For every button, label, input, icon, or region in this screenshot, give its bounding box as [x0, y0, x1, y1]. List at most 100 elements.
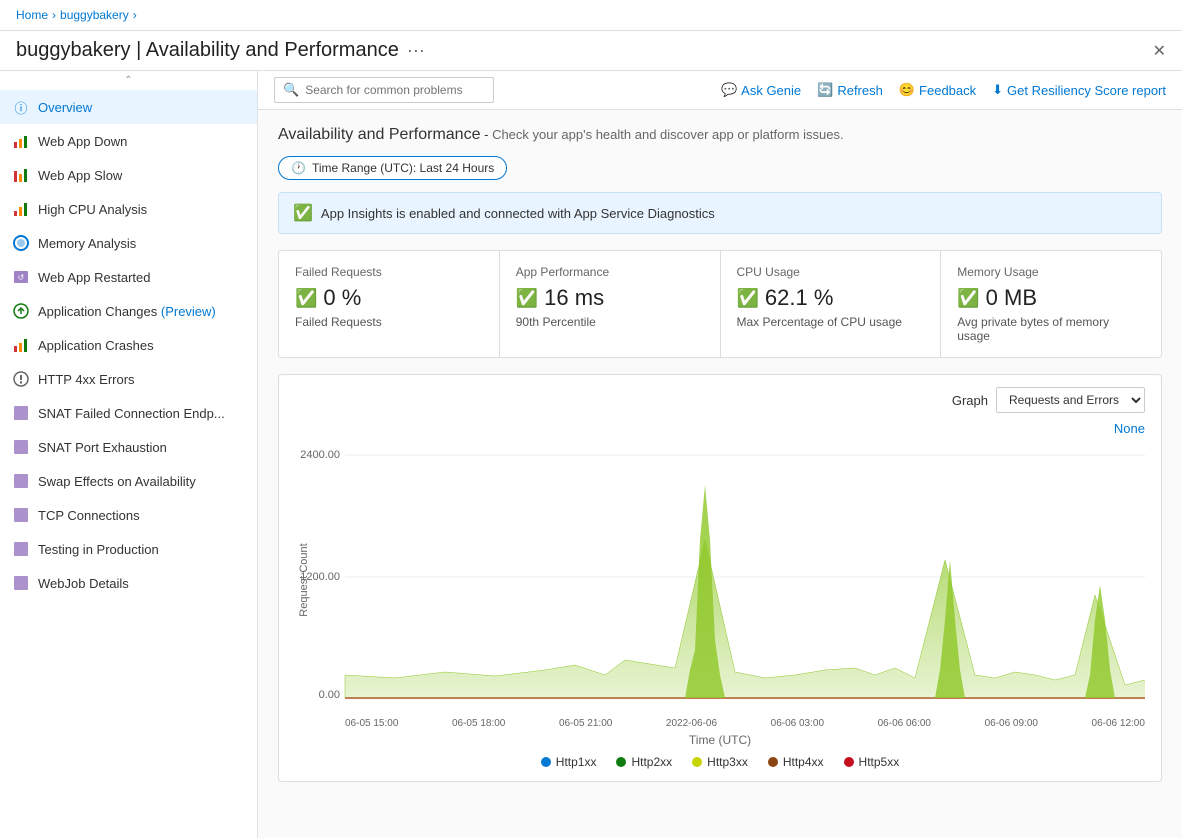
- chart-svg: 2400.00 1200.00 0.00 Request Count: [295, 440, 1145, 710]
- metric-value: ✅ 16 ms: [516, 285, 704, 311]
- swap-effects-icon: [12, 472, 30, 490]
- section-subtitle: Check your app's health and discover app…: [492, 127, 844, 142]
- sidebar-item-web-app-slow[interactable]: Web App Slow: [0, 158, 257, 192]
- legend-dot: [692, 757, 702, 767]
- legend-dot: [541, 757, 551, 767]
- refresh-icon: 🔄: [817, 82, 833, 98]
- legend-dot: [844, 757, 854, 767]
- sidebar-item-web-app-down[interactable]: Web App Down: [0, 124, 257, 158]
- close-button[interactable]: ✕: [1153, 41, 1166, 61]
- metric-value: ✅ 0 %: [295, 285, 483, 311]
- sidebar-item-label: Overview: [38, 100, 92, 115]
- legend-label: Http1xx: [556, 755, 597, 769]
- sidebar-item-high-cpu[interactable]: High CPU Analysis: [0, 192, 257, 226]
- legend-dot: [616, 757, 626, 767]
- get-report-button[interactable]: ⬇ Get Resiliency Score report: [992, 82, 1166, 98]
- breadcrumb-app[interactable]: buggybakery: [60, 8, 129, 22]
- sidebar-item-http-4xx[interactable]: HTTP 4xx Errors: [0, 362, 257, 396]
- memory-icon: [12, 234, 30, 252]
- clock-icon: 🕐: [291, 161, 306, 175]
- metric-label: Failed Requests: [295, 265, 483, 279]
- sidebar-item-label: Application Changes (Preview): [38, 304, 216, 319]
- sidebar-item-memory[interactable]: Memory Analysis: [0, 226, 257, 260]
- metric-cards: Failed Requests ✅ 0 % Failed Requests Ap…: [278, 250, 1162, 358]
- breadcrumb-home[interactable]: Home: [16, 8, 48, 22]
- check-icon: ✅: [293, 203, 313, 223]
- graph-header: Graph Requests and Errors: [295, 387, 1145, 413]
- legend-item: Http3xx: [692, 755, 748, 769]
- graph-section: Graph Requests and Errors None 2400.00: [278, 374, 1162, 782]
- section-header: Availability and Performance - Check you…: [278, 126, 1162, 144]
- legend-item: Http4xx: [768, 755, 824, 769]
- metric-label: CPU Usage: [737, 265, 925, 279]
- graph-select[interactable]: Requests and Errors: [996, 387, 1145, 413]
- refresh-button[interactable]: 🔄 Refresh: [817, 82, 883, 98]
- app-container: Home › buggybakery › buggybakery | Avail…: [0, 0, 1182, 838]
- x-axis-title: Time (UTC): [295, 733, 1145, 747]
- metric-sub: Max Percentage of CPU usage: [737, 315, 925, 329]
- sidebar-item-webjob-details[interactable]: WebJob Details: [0, 566, 257, 600]
- page-title-text: buggybakery | Availability and Performan…: [16, 39, 399, 62]
- toolbar-actions: 💬 Ask Genie 🔄 Refresh 😊 Feedback ⬇ Get R…: [721, 82, 1166, 98]
- page-title-ellipsis[interactable]: ···: [407, 40, 425, 61]
- sidebar-item-testing-production[interactable]: Testing in Production: [0, 532, 257, 566]
- download-icon: ⬇: [992, 82, 1003, 98]
- metric-sub: Avg private bytes of memory usage: [957, 315, 1145, 343]
- sidebar-item-overview[interactable]: ⓘ Overview: [0, 90, 257, 124]
- metric-value: ✅ 62.1 %: [737, 285, 925, 311]
- metric-card: Memory Usage ✅ 0 MB Avg private bytes of…: [941, 251, 1161, 357]
- sidebar-item-tcp-connections[interactable]: TCP Connections: [0, 498, 257, 532]
- sidebar-item-label: Web App Down: [38, 134, 127, 149]
- metric-sub: Failed Requests: [295, 315, 483, 329]
- ask-genie-icon: 💬: [721, 82, 737, 98]
- check-icon: ✅: [516, 288, 538, 309]
- sidebar-item-label: TCP Connections: [38, 508, 140, 523]
- graph-none-row: None: [295, 421, 1145, 436]
- sidebar-item-swap-effects[interactable]: Swap Effects on Availability: [0, 464, 257, 498]
- search-box[interactable]: 🔍: [274, 77, 494, 103]
- legend-label: Http2xx: [631, 755, 672, 769]
- sidebar-item-label: Swap Effects on Availability: [38, 474, 196, 489]
- tcp-connections-icon: [12, 506, 30, 524]
- metric-label: Memory Usage: [957, 265, 1145, 279]
- section-sep: -: [484, 127, 492, 142]
- feedback-icon: 😊: [899, 82, 915, 98]
- section-title: Availability and Performance: [278, 126, 480, 143]
- sidebar-item-label: Web App Slow: [38, 168, 122, 183]
- sidebar-item-app-crashes[interactable]: Application Crashes: [0, 328, 257, 362]
- metric-card: Failed Requests ✅ 0 % Failed Requests: [279, 251, 500, 357]
- ask-genie-button[interactable]: 💬 Ask Genie: [721, 82, 801, 98]
- legend-label: Http3xx: [707, 755, 748, 769]
- feedback-button[interactable]: 😊 Feedback: [899, 82, 976, 98]
- legend-label: Http4xx: [783, 755, 824, 769]
- legend-item: Http5xx: [844, 755, 900, 769]
- metric-card: CPU Usage ✅ 62.1 % Max Percentage of CPU…: [721, 251, 942, 357]
- sidebar-item-snat-failed[interactable]: SNAT Failed Connection Endp...: [0, 396, 257, 430]
- metric-number: 0 %: [323, 285, 361, 311]
- sidebar-item-label: Application Crashes: [38, 338, 154, 353]
- legend-label: Http5xx: [859, 755, 900, 769]
- snat-failed-icon: [12, 404, 30, 422]
- sidebar-item-label: SNAT Failed Connection Endp...: [38, 406, 225, 421]
- overview-icon: ⓘ: [12, 98, 30, 116]
- sidebar-item-snat-port[interactable]: SNAT Port Exhaustion: [0, 430, 257, 464]
- none-link[interactable]: None: [1114, 421, 1145, 436]
- search-icon: 🔍: [283, 82, 299, 98]
- page-header: buggybakery | Availability and Performan…: [0, 31, 1182, 71]
- sidebar-item-label: Testing in Production: [38, 542, 159, 557]
- breadcrumb-sep2: ›: [133, 8, 137, 22]
- toolbar: 🔍 💬 Ask Genie 🔄 Refresh 😊 Feedback: [258, 71, 1182, 110]
- x-axis: 06-05 15:00 06-05 18:00 06-05 21:00 2022…: [345, 718, 1145, 729]
- sidebar-item-web-app-restarted[interactable]: ↺Web App Restarted: [0, 260, 257, 294]
- content-area: 🔍 💬 Ask Genie 🔄 Refresh 😊 Feedback: [258, 71, 1182, 838]
- legend-dot: [768, 757, 778, 767]
- sidebar-item-label: High CPU Analysis: [38, 202, 147, 217]
- metric-sub: 90th Percentile: [516, 315, 704, 329]
- time-range-button[interactable]: 🕐 Time Range (UTC): Last 24 Hours: [278, 156, 507, 180]
- search-input[interactable]: [305, 83, 465, 97]
- info-message: App Insights is enabled and connected wi…: [321, 206, 715, 221]
- sidebar-item-app-changes[interactable]: Application Changes (Preview): [0, 294, 257, 328]
- metric-number: 0 MB: [986, 285, 1037, 311]
- info-banner: ✅ App Insights is enabled and connected …: [278, 192, 1162, 234]
- svg-text:0.00: 0.00: [319, 689, 340, 701]
